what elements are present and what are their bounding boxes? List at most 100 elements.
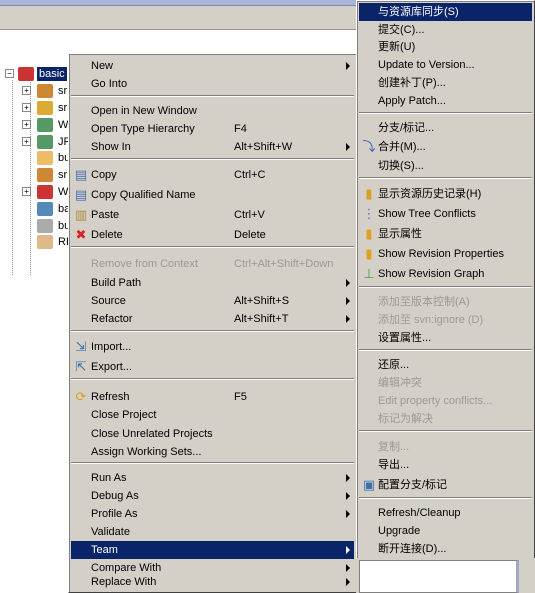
menu-item-label: Go Into — [91, 78, 128, 90]
tree-node[interactable]: − basic — [5, 66, 68, 82]
expand-icon[interactable]: + — [22, 137, 31, 146]
menu-item-copy[interactable]: ▤ Copy Ctrl+C — [71, 165, 354, 185]
menu-item-u[interactable]: 更新(U) — [359, 38, 532, 56]
menu-item-source[interactable]: Source Alt+Shift+S — [71, 292, 354, 310]
menu-item-label: Validate — [91, 526, 130, 538]
menu-item-refactor[interactable]: Refactor Alt+Shift+T — [71, 310, 354, 328]
menu-item-item: 复制... — [359, 438, 532, 456]
export-icon: ⇱ — [75, 359, 87, 374]
menu-item-item[interactable]: 导出... — [359, 456, 532, 474]
menu-item-open-type-hierarchy[interactable]: Open Type Hierarchy F4 — [71, 120, 354, 138]
menu-item-label: New — [91, 60, 114, 72]
menu-item-import[interactable]: ⇲ Import... — [71, 337, 354, 357]
tree-node[interactable]: bu — [37, 150, 72, 166]
menu-item-item[interactable]: 还原... — [359, 356, 532, 374]
menu-item-label: Import... — [91, 341, 132, 353]
menu-item-label: Show Tree Conflicts — [378, 208, 476, 220]
menu-item-new[interactable]: New — [71, 57, 354, 75]
menu-item-label: Debug As — [91, 490, 139, 502]
menu-item-label: Edit property conflicts... — [378, 395, 493, 407]
menu-item-close-unrelated-projects[interactable]: Close Unrelated Projects — [71, 425, 354, 443]
menu-item-replace-with[interactable]: Replace With — [71, 573, 354, 591]
menu-item-item[interactable]: 设置属性... — [359, 329, 532, 347]
collapse-icon[interactable]: − — [5, 69, 14, 78]
expand-icon[interactable]: + — [22, 120, 31, 129]
menu-item-p[interactable]: 创建补丁(P)... — [359, 74, 532, 92]
menu-item-debug-as[interactable]: Debug As — [71, 487, 354, 505]
project-icon — [18, 67, 34, 81]
menu-item-shortcut: Alt+Shift+S — [234, 295, 290, 307]
menu-item-paste[interactable]: ▥ Paste Ctrl+V — [71, 205, 354, 225]
expand-icon[interactable]: + — [22, 103, 31, 112]
menu-item-item[interactable]: ▮ 显示属性 — [359, 224, 532, 244]
menu-item-copy-qualified-name[interactable]: ▤ Copy Qualified Name — [71, 185, 354, 205]
menu-item-label: Assign Working Sets... — [91, 446, 202, 458]
expand-icon[interactable]: + — [22, 86, 31, 95]
menu-item-label: Refactor — [91, 313, 133, 325]
import-icon: ⇲ — [75, 339, 87, 354]
paste-icon: ▥ — [74, 207, 88, 222]
tree-node[interactable]: sr — [37, 167, 69, 183]
menu-item-go-into[interactable]: Go Into — [71, 75, 354, 93]
submenu-arrow-icon — [346, 492, 350, 500]
menu-item-label: Close Project — [91, 409, 157, 421]
menu-item-m[interactable]: ⤵ 合并(M)... — [359, 137, 532, 157]
svn-folder-icon — [37, 168, 53, 182]
menu-item-assign-working-sets[interactable]: Assign Working Sets... — [71, 443, 354, 461]
menu-item-remove-from-context: Remove from Context Ctrl+Alt+Shift+Down — [71, 255, 354, 273]
menu-item-run-as[interactable]: Run As — [71, 469, 354, 487]
tree-node[interactable]: + W — [22, 184, 70, 200]
menu-item-label: Show In — [91, 141, 131, 153]
menu-item-c[interactable]: 提交(C)... — [359, 21, 532, 39]
menu-item-label: 添加至 svn:ignore (D) — [378, 314, 484, 326]
revision-properties-icon: ▮ — [365, 246, 373, 261]
menu-item-h[interactable]: ▮ 显示资源历史记录(H) — [359, 184, 532, 204]
menu-item-show-revision-graph[interactable]: ⊥ Show Revision Graph — [359, 264, 532, 284]
menu-item-s[interactable]: 与资源库同步(S) — [359, 3, 532, 21]
menu-item-open-in-new-window[interactable]: Open in New Window — [71, 102, 354, 120]
menu-separator — [359, 497, 532, 499]
menu-item-refresh-cleanup[interactable]: Refresh/Cleanup — [359, 504, 532, 522]
tree-node[interactable]: + W — [22, 117, 70, 133]
package-explorer-tree[interactable]: − basic + sr + sr + W + JR bu sr + Wba bu RE — [0, 30, 73, 593]
configure-branches-icon: ▣ — [362, 477, 376, 492]
menu-item-label: 与资源库同步(S) — [378, 6, 459, 18]
tree-node[interactable]: bu — [37, 218, 72, 234]
menu-separator — [71, 378, 354, 380]
revision-graph-icon: ⊥ — [363, 266, 375, 281]
menu-item-show-revision-properties[interactable]: ▮ Show Revision Properties — [359, 244, 532, 264]
menu-item-close-project[interactable]: Close Project — [71, 406, 354, 424]
menu-item-d[interactable]: 断开连接(D)... — [359, 540, 532, 558]
menu-item-s[interactable]: 切换(S)... — [359, 157, 532, 175]
menu-item-refresh[interactable]: ⟳ Refresh F5 — [71, 387, 354, 407]
menu-item-update-to-version[interactable]: Update to Version... — [359, 56, 532, 74]
menu-item-label: 导出... — [378, 459, 410, 471]
right-panel — [356, 558, 535, 593]
menu-item-build-path[interactable]: Build Path — [71, 274, 354, 292]
menu-item-apply-patch[interactable]: Apply Patch... — [359, 92, 532, 110]
tree-node[interactable]: ba — [37, 201, 72, 217]
menu-separator — [359, 177, 532, 179]
menu-item-export[interactable]: ⇱ Export... — [71, 357, 354, 377]
tree-node[interactable]: + sr — [22, 100, 69, 116]
menu-item-label: Export... — [91, 361, 132, 373]
menu-item-item: 编辑冲突 — [359, 374, 532, 392]
tree-node-label: basic — [36, 66, 68, 82]
folder-icon — [37, 151, 53, 165]
menu-item-label: Run As — [91, 472, 127, 484]
menu-item-label: 更新(U) — [378, 41, 416, 53]
submenu-arrow-icon — [346, 297, 350, 305]
menu-item-item[interactable]: ▣ 配置分支/标记 — [359, 475, 532, 495]
submenu-arrow-icon — [346, 578, 350, 586]
menu-item-show-tree-conflicts[interactable]: ⋮ Show Tree Conflicts — [359, 204, 532, 224]
menu-item-profile-as[interactable]: Profile As — [71, 505, 354, 523]
menu-item-delete[interactable]: ✖ Delete Delete — [71, 225, 354, 245]
expand-icon[interactable]: + — [22, 187, 31, 196]
menu-item-item[interactable]: 分支/标记... — [359, 119, 532, 137]
menu-item-show-in[interactable]: Show In Alt+Shift+W — [71, 138, 354, 156]
menu-item-label: Open in New Window — [91, 105, 197, 117]
tree-node[interactable]: + sr — [22, 83, 69, 99]
menu-item-team[interactable]: Team — [71, 541, 354, 559]
menu-item-validate[interactable]: Validate — [71, 523, 354, 541]
menu-item-upgrade[interactable]: Upgrade — [359, 522, 532, 540]
